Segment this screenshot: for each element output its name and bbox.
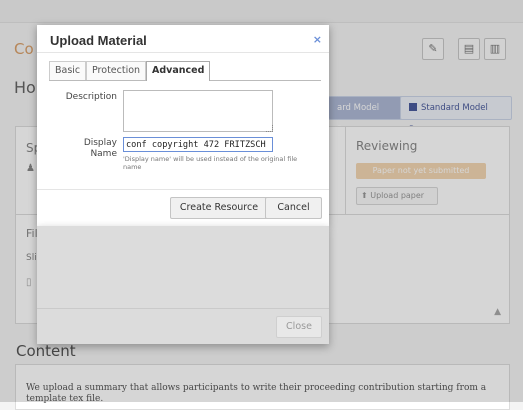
description-field[interactable] (123, 90, 273, 132)
dialog-title: Upload Material (50, 33, 147, 48)
resize-handle[interactable] (266, 125, 273, 132)
divider (37, 189, 329, 190)
tab-protection[interactable]: Protection (86, 61, 147, 80)
dialog-footer-area: Close (37, 226, 329, 344)
create-resource-button[interactable]: Create Resource (170, 197, 268, 219)
tab-advanced[interactable]: Advanced (146, 61, 211, 81)
close-button[interactable]: Close (276, 316, 322, 338)
display-name-label: Display Name (83, 138, 117, 159)
description-label: Description (65, 92, 117, 102)
divider (37, 308, 329, 309)
tab-basic[interactable]: Basic (49, 61, 87, 80)
dialog-tabs: Basic Protection Advanced (49, 61, 321, 81)
display-name-field[interactable] (123, 137, 273, 152)
display-name-hint: 'Display name' will be used instead of t… (123, 155, 298, 171)
upload-material-dialog: Upload Material × Basic Protection Advan… (37, 25, 329, 226)
close-icon[interactable]: × (313, 33, 322, 46)
divider (37, 52, 329, 53)
cancel-button[interactable]: Cancel (265, 197, 322, 219)
